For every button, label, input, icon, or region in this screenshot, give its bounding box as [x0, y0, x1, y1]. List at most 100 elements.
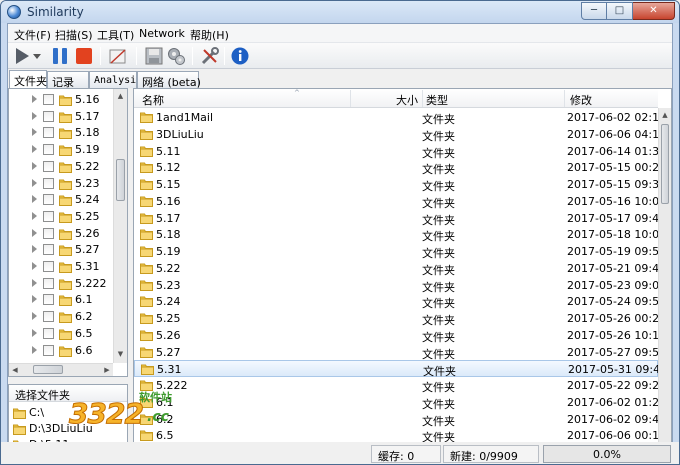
- folder-tree[interactable]: 5.16 5.17 5.18 5.19 5.22 5.23 5.24 5.25 5.26 5.27…: [8, 88, 128, 377]
- column-type[interactable]: 类型: [426, 92, 448, 108]
- tree-item-checkbox[interactable]: [43, 311, 54, 323]
- expand-arrow-icon[interactable]: [32, 245, 37, 254]
- table-row[interactable]: 5.11 文件夹 2017-06-14 01:35...: [134, 143, 671, 160]
- tree-item[interactable]: 5.25: [9, 209, 115, 225]
- title-bar[interactable]: Similarity ─ □ ✕: [1, 1, 679, 23]
- expand-arrow-icon[interactable]: [32, 228, 37, 237]
- tree-item-checkbox[interactable]: [43, 127, 54, 139]
- list-vertical-scrollbar[interactable]: ▲ ▼: [658, 108, 671, 460]
- expand-arrow-icon[interactable]: [32, 211, 37, 220]
- table-row[interactable]: 5.15 文件夹 2017-05-15 09:31...: [134, 176, 671, 193]
- menu-tools[interactable]: 工具(T): [97, 27, 134, 43]
- menu-help[interactable]: 帮助(H): [190, 27, 229, 43]
- table-row[interactable]: 5.12 文件夹 2017-05-15 00:29...: [134, 159, 671, 176]
- column-name[interactable]: 名称: [142, 92, 164, 108]
- expand-arrow-icon[interactable]: [32, 312, 37, 321]
- info-icon[interactable]: [230, 46, 250, 66]
- expand-arrow-icon[interactable]: [32, 278, 37, 287]
- tree-item[interactable]: 5.24: [9, 192, 115, 208]
- table-row[interactable]: 5.25 文件夹 2017-05-26 00:20...: [134, 310, 671, 327]
- table-row[interactable]: 5.24 文件夹 2017-05-24 09:54...: [134, 293, 671, 310]
- table-row[interactable]: 5.222 文件夹 2017-05-22 09:24...: [134, 377, 671, 394]
- tree-item-checkbox[interactable]: [43, 110, 54, 122]
- scrollbar-thumb[interactable]: [661, 124, 669, 204]
- tree-item-checkbox[interactable]: [43, 210, 54, 222]
- column-modified[interactable]: 修改: [570, 92, 592, 108]
- tree-horizontal-scrollbar[interactable]: ◀ ▶: [9, 363, 113, 376]
- tree-item-checkbox[interactable]: [43, 344, 54, 356]
- tree-item[interactable]: 5.22: [9, 159, 115, 175]
- tab-network[interactable]: 网络 (beta): [137, 71, 201, 89]
- table-row[interactable]: 5.17 文件夹 2017-05-17 09:42...: [134, 210, 671, 227]
- tree-item[interactable]: 6.1: [9, 292, 115, 308]
- expand-arrow-icon[interactable]: [32, 178, 37, 187]
- tree-item-checkbox[interactable]: [43, 244, 54, 256]
- tree-item[interactable]: 5.18: [9, 125, 115, 141]
- tree-item-checkbox[interactable]: [43, 294, 54, 306]
- save-icon[interactable]: [144, 46, 164, 66]
- table-row[interactable]: 5.23 文件夹 2017-05-23 09:04...: [134, 277, 671, 294]
- tree-item-checkbox[interactable]: [43, 227, 54, 239]
- tree-item[interactable]: 6.6: [9, 343, 115, 359]
- scroll-up-arrow-icon[interactable]: ▲: [659, 108, 671, 122]
- expand-arrow-icon[interactable]: [32, 262, 37, 270]
- tree-item-checkbox[interactable]: [43, 160, 54, 172]
- tree-item-checkbox[interactable]: [43, 327, 54, 339]
- table-row[interactable]: 5.26 文件夹 2017-05-26 10:10...: [134, 327, 671, 344]
- table-row[interactable]: 5.16 文件夹 2017-05-16 10:02...: [134, 193, 671, 210]
- expand-arrow-icon[interactable]: [32, 345, 37, 354]
- tree-item[interactable]: 5.222: [9, 276, 115, 292]
- menu-file[interactable]: 文件(F): [14, 27, 51, 43]
- file-list[interactable]: ^ 名称 大小 类型 修改 1and1Mail 文件夹 2017-06-02 02:…: [133, 88, 672, 461]
- tree-item[interactable]: 5.16: [9, 92, 115, 108]
- scrollbar-thumb[interactable]: [33, 365, 63, 374]
- expand-arrow-icon[interactable]: [32, 161, 37, 170]
- column-size[interactable]: 大小: [396, 92, 418, 108]
- tree-item[interactable]: 5.31: [9, 259, 115, 275]
- settings-gears-icon[interactable]: [166, 46, 186, 66]
- maximize-button[interactable]: □: [607, 2, 633, 20]
- menu-network[interactable]: Network: [139, 27, 185, 40]
- tree-vertical-scrollbar[interactable]: ▲ ▼: [113, 89, 127, 363]
- tree-item[interactable]: 6.5: [9, 326, 115, 342]
- expand-arrow-icon[interactable]: [32, 128, 37, 137]
- clear-results-icon[interactable]: [108, 46, 128, 66]
- expand-arrow-icon[interactable]: [32, 111, 37, 120]
- expand-arrow-icon[interactable]: [32, 195, 37, 204]
- expand-arrow-icon[interactable]: [32, 95, 37, 103]
- table-row[interactable]: 6.2 文件夹 2017-06-02 09:42...: [134, 411, 671, 428]
- dropdown-arrow-icon[interactable]: [32, 46, 42, 66]
- tree-item[interactable]: 5.26: [9, 226, 115, 242]
- scroll-down-arrow-icon[interactable]: ▼: [114, 347, 127, 361]
- scrollbar-thumb[interactable]: [116, 159, 125, 201]
- tree-item[interactable]: 5.19: [9, 142, 115, 158]
- table-row[interactable]: 5.27 文件夹 2017-05-27 09:59...: [134, 344, 671, 361]
- tools-icon[interactable]: [200, 46, 220, 66]
- scroll-right-arrow-icon[interactable]: ▶: [101, 364, 113, 376]
- expand-arrow-icon[interactable]: [32, 145, 37, 154]
- tree-item[interactable]: 5.17: [9, 109, 115, 125]
- minimize-button[interactable]: ─: [581, 2, 607, 20]
- table-row[interactable]: 5.31 文件夹 2017-05-31 09:45...: [134, 360, 671, 378]
- tab-analysis[interactable]: Analysis: [89, 71, 142, 88]
- tree-item-checkbox[interactable]: [43, 194, 54, 206]
- tab-records[interactable]: 记录: [47, 71, 89, 89]
- tree-item-checkbox[interactable]: [43, 144, 54, 156]
- tree-item-checkbox[interactable]: [43, 277, 54, 289]
- stop-icon[interactable]: [74, 46, 94, 66]
- tree-item-checkbox[interactable]: [43, 94, 54, 105]
- tree-item-checkbox[interactable]: [43, 177, 54, 189]
- table-row[interactable]: 6.1 文件夹 2017-06-02 01:29...: [134, 394, 671, 411]
- table-row[interactable]: 3DLiuLiu 文件夹 2017-06-06 04:12...: [134, 126, 671, 143]
- scroll-up-arrow-icon[interactable]: ▲: [114, 89, 127, 103]
- table-row[interactable]: 5.22 文件夹 2017-05-21 09:47...: [134, 260, 671, 277]
- scroll-left-arrow-icon[interactable]: ◀: [9, 364, 21, 376]
- tree-item[interactable]: 5.23: [9, 176, 115, 192]
- pause-icon[interactable]: [50, 46, 70, 66]
- play-icon[interactable]: [12, 46, 32, 66]
- tree-item[interactable]: 5.27: [9, 242, 115, 258]
- table-row[interactable]: 1and1Mail 文件夹 2017-06-02 02:13...: [134, 109, 671, 126]
- menu-scan[interactable]: 扫描(S): [55, 27, 93, 43]
- table-row[interactable]: 5.18 文件夹 2017-05-18 10:07...: [134, 226, 671, 243]
- expand-arrow-icon[interactable]: [32, 328, 37, 337]
